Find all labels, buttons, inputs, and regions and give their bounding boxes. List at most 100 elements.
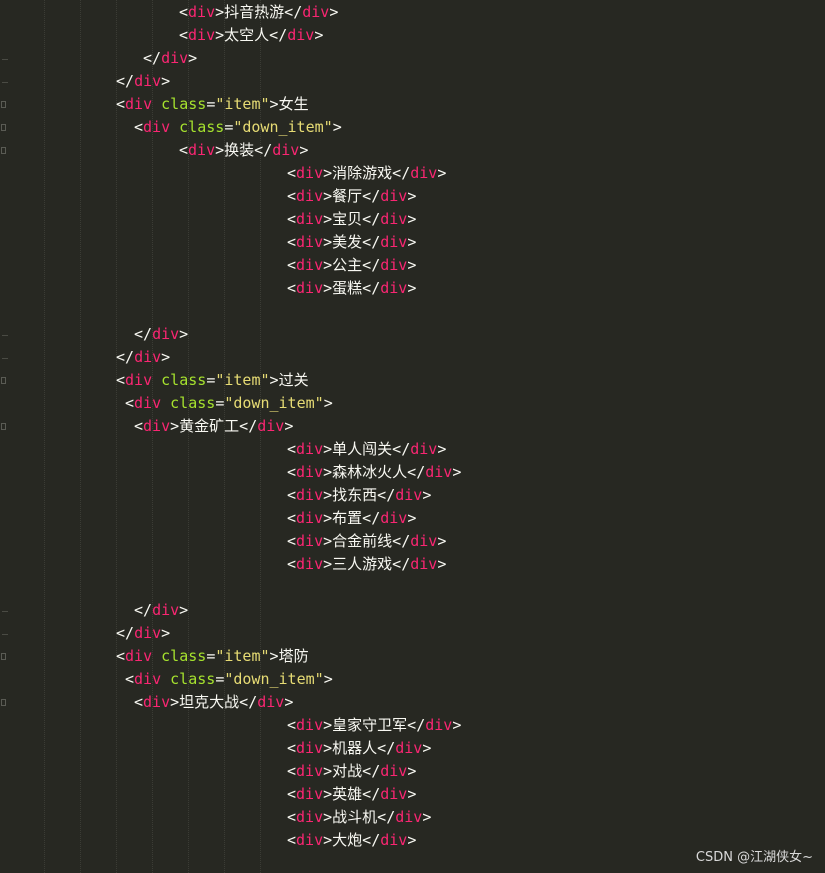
code-punctuation: > [407, 785, 417, 803]
attribute-value: "item" [215, 371, 270, 389]
code-punctuation: </ [407, 716, 426, 734]
code-line[interactable]: <div>宝贝</div> [0, 208, 825, 231]
tag-name: div [188, 3, 216, 21]
code-punctuation: > [452, 463, 462, 481]
text-content: 塔防 [278, 647, 309, 665]
code-punctuation: > [161, 348, 171, 366]
code-punctuation: > [179, 325, 189, 343]
code-text: <div class="item">过关 [116, 369, 309, 392]
code-text: </div> [134, 323, 188, 346]
code-punctuation: </ [254, 141, 273, 159]
code-punctuation: > [422, 739, 432, 757]
attribute-name: class [170, 394, 216, 412]
code-punctuation [152, 95, 161, 113]
code-punctuation: </ [362, 509, 381, 527]
code-line[interactable]: </div> [0, 70, 825, 93]
text-content: 蛋糕 [332, 279, 363, 297]
code-line[interactable]: <div>公主</div> [0, 254, 825, 277]
code-line[interactable]: <div>餐厅</div> [0, 185, 825, 208]
code-line[interactable]: <div>合金前线</div> [0, 530, 825, 553]
code-punctuation: > [188, 49, 198, 67]
code-line[interactable]: <div>森林冰火人</div> [0, 461, 825, 484]
code-line[interactable]: <div>消除游戏</div> [0, 162, 825, 185]
code-punctuation: </ [362, 831, 381, 849]
code-line[interactable]: <div>对战</div> [0, 760, 825, 783]
code-line[interactable]: <div>三人游戏</div> [0, 553, 825, 576]
code-punctuation: > [323, 279, 333, 297]
code-line[interactable]: <div>抖音热游</div> [0, 1, 825, 24]
code-line[interactable]: </div> [0, 47, 825, 70]
code-line[interactable]: </div> [0, 346, 825, 369]
tag-name: div [410, 440, 438, 458]
code-text: <div>坦克大战</div> [134, 691, 293, 714]
code-punctuation: > [284, 417, 294, 435]
code-punctuation: = [206, 371, 216, 389]
code-line[interactable]: <div>机器人</div> [0, 737, 825, 760]
code-line[interactable]: <div>布置</div> [0, 507, 825, 530]
code-punctuation: > [215, 141, 225, 159]
tag-name: div [143, 417, 171, 435]
tag-name: div [296, 808, 324, 826]
code-line[interactable] [0, 300, 825, 323]
code-line[interactable]: </div> [0, 622, 825, 645]
code-punctuation: < [287, 532, 297, 550]
code-punctuation: = [215, 394, 225, 412]
text-content: 大炮 [332, 831, 363, 849]
code-line[interactable]: <div>太空人</div> [0, 24, 825, 47]
code-line[interactable]: <div class="down_item"> [0, 116, 825, 139]
fold-toggle-icon[interactable] [1, 423, 6, 430]
code-line[interactable]: <div class="item">女生 [0, 93, 825, 116]
fold-toggle-icon[interactable] [1, 124, 6, 131]
code-punctuation: > [323, 233, 333, 251]
code-line[interactable]: <div>战斗机</div> [0, 806, 825, 829]
code-punctuation: > [269, 647, 279, 665]
text-content: 三人游戏 [332, 555, 393, 573]
code-line[interactable]: <div>英雄</div> [0, 783, 825, 806]
code-punctuation: </ [362, 762, 381, 780]
code-punctuation: > [329, 3, 339, 21]
fold-toggle-icon[interactable] [1, 653, 6, 660]
tag-name: div [395, 739, 423, 757]
code-punctuation [152, 371, 161, 389]
code-editor[interactable]: <div>抖音热游</div> <div>太空人</div> </div> </div… [0, 0, 825, 873]
code-punctuation: > [323, 210, 333, 228]
code-punctuation: > [269, 95, 279, 113]
tag-name: div [296, 463, 324, 481]
code-line[interactable]: <div>美发</div> [0, 231, 825, 254]
text-content: 过关 [278, 371, 309, 389]
code-line[interactable]: <div class="down_item"> [0, 392, 825, 415]
code-line[interactable]: <div class="down_item"> [0, 668, 825, 691]
text-content: 换装 [224, 141, 255, 159]
code-punctuation: < [116, 95, 126, 113]
code-punctuation: < [134, 417, 144, 435]
fold-toggle-icon[interactable] [1, 377, 6, 384]
code-line[interactable]: <div>换装</div> [0, 139, 825, 162]
code-line[interactable]: <div>蛋糕</div> [0, 277, 825, 300]
code-line[interactable]: <div class="item">塔防 [0, 645, 825, 668]
code-line[interactable]: <div>单人闯关</div> [0, 438, 825, 461]
code-line[interactable]: <div>坦克大战</div> [0, 691, 825, 714]
code-line[interactable] [0, 576, 825, 599]
attribute-value: "item" [215, 95, 270, 113]
code-line[interactable]: <div>皇家守卫军</div> [0, 714, 825, 737]
fold-toggle-icon[interactable] [1, 147, 6, 154]
code-text: <div>森林冰火人</div> [287, 461, 461, 484]
attribute-name: class [179, 118, 225, 136]
fold-toggle-icon[interactable] [1, 699, 6, 706]
code-line[interactable]: <div>找东西</div> [0, 484, 825, 507]
code-line[interactable]: </div> [0, 599, 825, 622]
code-punctuation: = [215, 670, 225, 688]
tag-name: div [287, 26, 315, 44]
code-punctuation: </ [392, 440, 411, 458]
code-text: <div>黄金矿工</div> [134, 415, 293, 438]
text-content: 宝贝 [332, 210, 363, 228]
code-punctuation: < [287, 463, 297, 481]
code-line[interactable]: <div class="item">过关 [0, 369, 825, 392]
code-line[interactable]: </div> [0, 323, 825, 346]
gutter-marker [2, 611, 8, 612]
tag-name: div [188, 26, 216, 44]
code-punctuation: </ [392, 555, 411, 573]
code-line[interactable]: <div>黄金矿工</div> [0, 415, 825, 438]
fold-toggle-icon[interactable] [1, 101, 6, 108]
code-punctuation: < [287, 509, 297, 527]
